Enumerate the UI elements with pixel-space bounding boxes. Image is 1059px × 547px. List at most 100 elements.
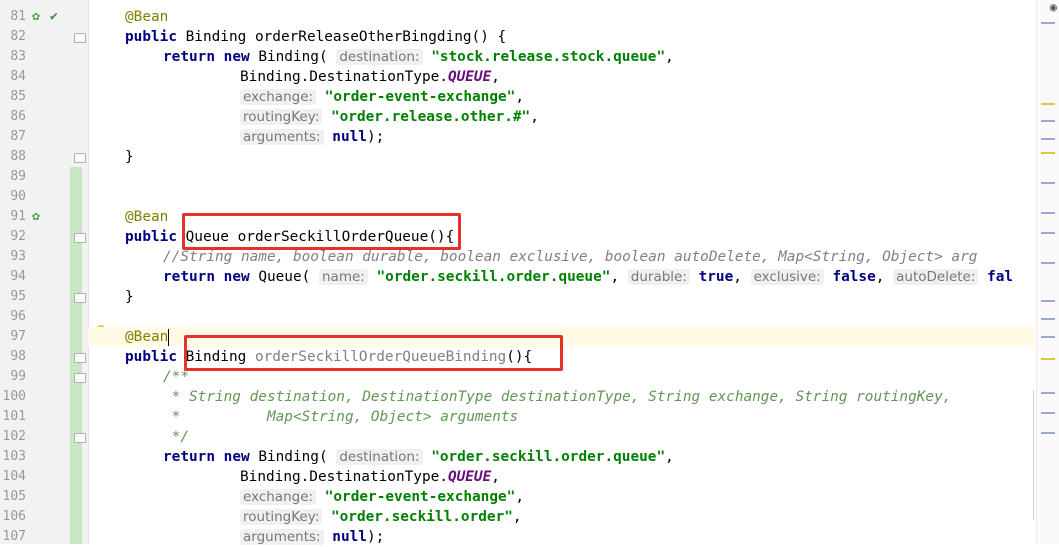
- fold-marker-icon[interactable]: [74, 353, 86, 363]
- keyword: true: [698, 269, 734, 285]
- line-number: 101: [2, 409, 26, 424]
- line-number: 81: [10, 9, 26, 24]
- line-number: 91: [10, 209, 26, 224]
- error-stripe-marker[interactable]: [1041, 432, 1055, 434]
- string-literal: "order-event-exchange": [324, 489, 516, 505]
- line-number: 88: [10, 149, 26, 164]
- error-stripe-marker[interactable]: [1041, 318, 1055, 320]
- code-line[interactable]: */: [88, 427, 1035, 447]
- code-line[interactable]: * String destination, DestinationType de…: [88, 387, 1035, 407]
- param-hint: destination:: [336, 49, 423, 65]
- code-line[interactable]: @Bean: [88, 7, 1035, 27]
- code-text: ,: [491, 69, 500, 85]
- code-text: ,: [515, 89, 525, 105]
- string-literal: "order-event-exchange": [324, 89, 516, 105]
- error-stripe-marker[interactable]: [1041, 262, 1055, 264]
- keyword: fal: [987, 269, 1014, 285]
- param-hint: exchange:: [240, 89, 317, 105]
- spring-bean-icon[interactable]: ✿: [32, 210, 40, 224]
- error-stripe-marker[interactable]: [1041, 412, 1055, 414]
- fold-marker-icon[interactable]: [74, 33, 86, 43]
- code-line[interactable]: arguments: null);: [88, 527, 1035, 547]
- fold-marker-icon[interactable]: [74, 373, 86, 383]
- code-text: ,: [610, 269, 620, 285]
- fold-marker-icon[interactable]: [74, 293, 86, 303]
- code-text: Binding(: [249, 449, 328, 465]
- code-line[interactable]: * Map<String, Object> arguments: [88, 407, 1035, 427]
- error-stripe-marker[interactable]: [1041, 22, 1055, 24]
- code-line[interactable]: //String name, boolean durable, boolean …: [88, 247, 1035, 267]
- param-hint: exchange:: [240, 489, 317, 505]
- error-stripe-marker[interactable]: [1041, 336, 1055, 338]
- editor-scrollbar[interactable]: [1036, 0, 1059, 544]
- line-number: 103: [2, 449, 26, 464]
- line-number: 85: [10, 89, 26, 104]
- error-stripe-marker[interactable]: [1041, 182, 1055, 184]
- code-line[interactable]: routingKey: "order.seckill.order",: [88, 507, 1035, 527]
- warning-stripe-marker[interactable]: [1041, 152, 1055, 154]
- doc-comment: * Map<String, Object> arguments: [163, 409, 519, 425]
- code-line[interactable]: exchange: "order-event-exchange",: [88, 487, 1035, 507]
- error-stripe-marker[interactable]: [1041, 300, 1055, 302]
- line-number: 87: [10, 129, 26, 144]
- string-literal: "stock.release.stock.queue": [431, 49, 666, 65]
- line-number: 107: [2, 529, 26, 544]
- param-hint: durable:: [627, 269, 690, 285]
- code-line[interactable]: Binding.DestinationType.QUEUE,: [88, 467, 1035, 487]
- code-text: ,: [665, 449, 674, 465]
- param-hint: autoDelete:: [893, 269, 979, 285]
- right-margin-guide: [1033, 390, 1034, 520]
- line-number: 82: [10, 29, 26, 44]
- error-stripe-marker[interactable]: [1041, 120, 1055, 122]
- eye-icon[interactable]: ◉: [1050, 0, 1057, 14]
- annotation: @Bean: [125, 9, 169, 25]
- code-text: ,: [512, 509, 522, 525]
- code-line[interactable]: exchange: "order-event-exchange",: [88, 87, 1035, 107]
- code-line[interactable]: return new Binding( destination: "stock.…: [88, 47, 1035, 67]
- error-stripe-marker[interactable]: [1041, 392, 1055, 394]
- doc-comment: /**: [163, 369, 189, 385]
- code-line[interactable]: return new Queue( name: "order.seckill.o…: [88, 267, 1035, 287]
- fold-marker-icon[interactable]: [74, 153, 86, 163]
- keyword: return: [163, 449, 215, 465]
- fold-marker-icon[interactable]: [74, 233, 86, 243]
- navigate-icon[interactable]: ✔: [50, 10, 58, 24]
- param-hint: arguments:: [240, 529, 324, 545]
- error-stripe-marker[interactable]: [1041, 232, 1055, 234]
- string-literal: "order.seckill.order.queue": [376, 269, 611, 285]
- string-literal: "order.seckill.order.queue": [431, 449, 666, 465]
- keyword: new: [223, 449, 250, 465]
- param-hint: exclusive:: [750, 269, 824, 285]
- code-text: );: [366, 529, 385, 545]
- warning-stripe-marker[interactable]: [1041, 358, 1055, 360]
- line-number: 99: [10, 369, 26, 384]
- string-literal: "order.release.other.#": [330, 109, 531, 125]
- code-line[interactable]: public Binding orderReleaseOtherBingding…: [88, 27, 1035, 47]
- code-line[interactable]: }: [88, 147, 1035, 167]
- line-number: 104: [2, 469, 26, 484]
- keyword: new: [223, 49, 250, 65]
- line-number: 84: [10, 69, 26, 84]
- spring-bean-icon[interactable]: ✿: [32, 10, 40, 24]
- code-text: ,: [733, 269, 742, 285]
- text-caret: [168, 328, 170, 346]
- error-stripe-marker[interactable]: [1041, 212, 1055, 214]
- code-line[interactable]: return new Binding( destination: "order.…: [88, 447, 1035, 467]
- code-text: }: [125, 149, 134, 165]
- keyword: public: [125, 29, 177, 45]
- line-number: 105: [2, 489, 26, 504]
- line-number: 98: [10, 349, 26, 364]
- code-line[interactable]: }: [88, 287, 1035, 307]
- warning-stripe-marker[interactable]: [1041, 103, 1055, 105]
- code-line[interactable]: Binding.DestinationType.QUEUE,: [88, 67, 1035, 87]
- error-stripe-marker[interactable]: [1041, 138, 1055, 140]
- keyword: return: [163, 269, 215, 285]
- fold-marker-icon[interactable]: [74, 433, 86, 443]
- code-line[interactable]: arguments: null);: [88, 127, 1035, 147]
- code-line[interactable]: routingKey: "order.release.other.#",: [88, 107, 1035, 127]
- code-text: ,: [875, 269, 885, 285]
- line-number: 89: [10, 169, 26, 184]
- line-number: 102: [2, 429, 26, 444]
- code-text: }: [125, 289, 134, 305]
- doc-comment: */: [163, 429, 189, 445]
